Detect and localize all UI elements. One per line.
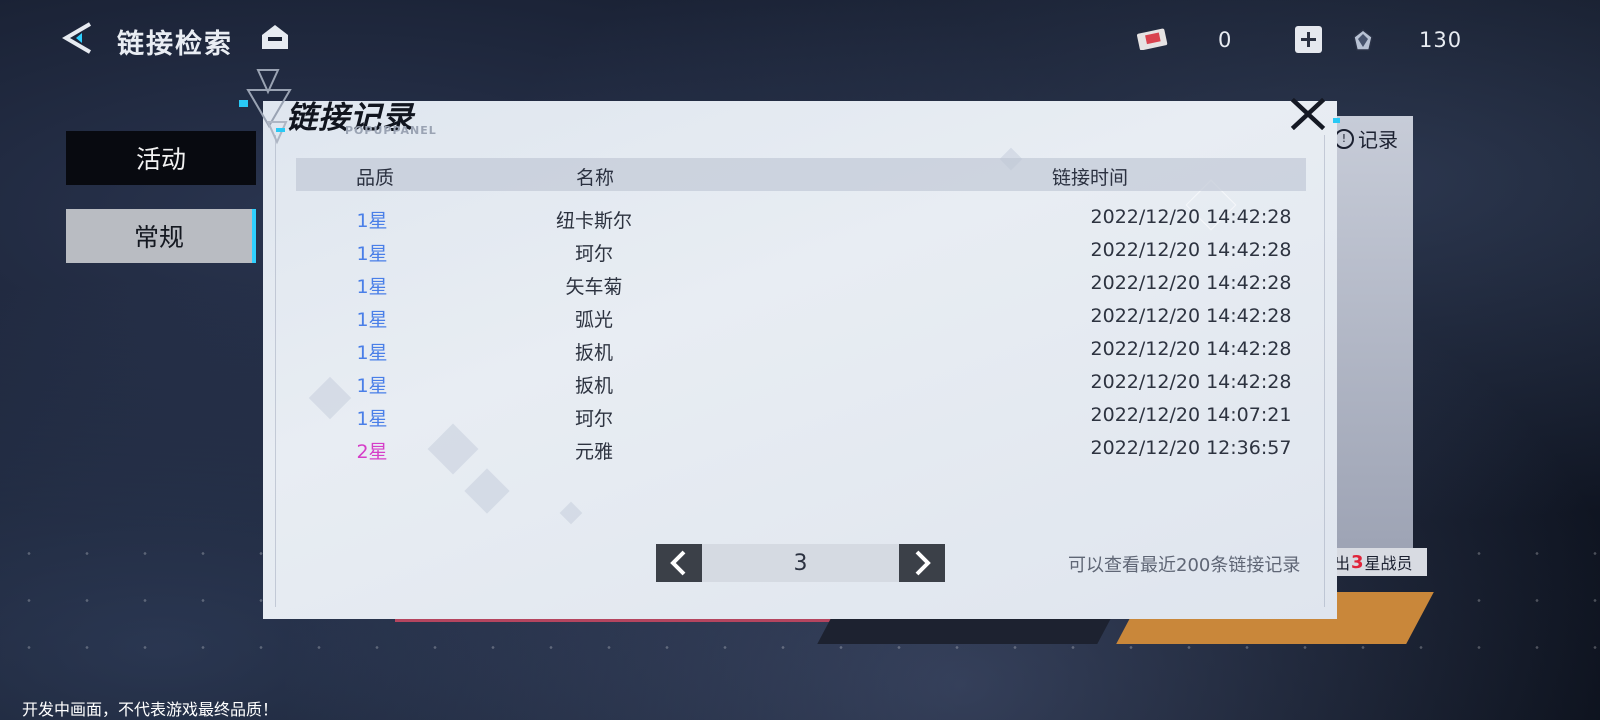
time-cell: 2022/12/20 14:42:28	[1090, 239, 1292, 261]
record-label: 记录	[1358, 128, 1398, 152]
accent-mark	[276, 128, 285, 132]
quality-cell: 1星	[356, 342, 388, 364]
column-time: 链接时间	[1052, 167, 1129, 189]
accent-mark	[239, 100, 248, 107]
quality-cell: 1星	[356, 375, 388, 397]
name-cell: 纽卡斯尔	[555, 210, 632, 232]
time-cell: 2022/12/20 14:42:28	[1090, 305, 1292, 327]
name-cell: 扳机	[574, 375, 613, 397]
time-cell: 2022/12/20 14:42:28	[1090, 272, 1292, 294]
record-icon: !	[1334, 128, 1354, 149]
quality-cell: 1星	[356, 309, 388, 331]
table-row: 1星 弧光 2022/12/20 14:42:28	[296, 301, 1306, 334]
guarantee-tag: 出 3 星战员	[1330, 548, 1427, 576]
name-cell: 矢车菊	[565, 276, 623, 298]
record-limit-note: 可以查看最近200条链接记录	[1068, 555, 1301, 576]
table-row: 1星 珂尔 2022/12/20 14:42:28	[296, 235, 1306, 268]
time-cell: 2022/12/20 14:07:21	[1090, 404, 1292, 426]
guarantee-number: 3	[1351, 551, 1364, 573]
name-cell: 弧光	[574, 309, 613, 331]
table-row: 1星 纽卡斯尔 2022/12/20 14:42:28	[296, 202, 1306, 235]
quality-cell: 1星	[356, 276, 388, 298]
next-page-button[interactable]	[899, 544, 945, 582]
quality-cell: 1星	[356, 210, 388, 232]
ticket-count: 0	[1218, 28, 1232, 52]
table-header: 品质 名称 链接时间	[296, 158, 1306, 191]
ticket-icon	[1137, 28, 1168, 50]
table-row: 1星 矢车菊 2022/12/20 14:42:28	[296, 268, 1306, 301]
time-cell: 2022/12/20 12:36:57	[1090, 437, 1292, 459]
page-title: 链接检索	[117, 29, 233, 60]
quality-cell: 1星	[356, 243, 388, 265]
time-cell: 2022/12/20 14:42:28	[1090, 371, 1292, 393]
table-row: 1星 扳机 2022/12/20 14:42:28	[296, 367, 1306, 400]
name-cell: 珂尔	[574, 408, 613, 430]
column-quality: 品质	[356, 167, 395, 189]
add-currency-button[interactable]	[1295, 26, 1322, 53]
record-link[interactable]: ! 记录	[1334, 124, 1398, 153]
name-cell: 扳机	[574, 342, 613, 364]
table-row: 1星 珂尔 2022/12/20 14:07:21	[296, 400, 1306, 433]
table-row: 2星 元雅 2022/12/20 12:36:57	[296, 433, 1306, 466]
time-cell: 2022/12/20 14:42:28	[1090, 338, 1292, 360]
close-icon[interactable]	[1290, 98, 1326, 130]
page-number: 3	[702, 544, 899, 582]
name-cell: 珂尔	[574, 243, 613, 265]
accent-mark	[1333, 118, 1340, 123]
home-icon[interactable]	[260, 22, 290, 52]
crystal-icon	[1353, 29, 1373, 51]
time-cell: 2022/12/20 14:42:28	[1090, 206, 1292, 228]
column-name: 名称	[576, 167, 615, 189]
quality-cell: 1星	[356, 408, 388, 430]
crystal-count: 130	[1419, 28, 1463, 52]
guarantee-suffix: 星战员	[1364, 554, 1413, 573]
back-arrow-icon[interactable]	[60, 20, 94, 56]
name-cell: 元雅	[574, 441, 613, 463]
tab-normal[interactable]: 常规	[66, 209, 256, 263]
table-row: 1星 扳机 2022/12/20 14:42:28	[296, 334, 1306, 367]
dev-footer-note: 开发中画面，不代表游戏最终品质！	[22, 700, 279, 719]
dialog-subtitle: POPUPPANEL	[345, 124, 437, 137]
prev-page-button[interactable]	[656, 544, 702, 582]
tab-activity[interactable]: 活动	[66, 131, 256, 185]
quality-cell: 2星	[356, 441, 388, 463]
